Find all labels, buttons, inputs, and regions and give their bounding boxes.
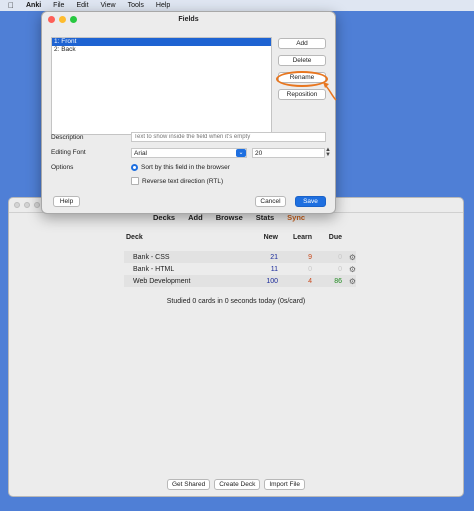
sort-option[interactable]: Sort by this field in the browser <box>131 164 230 171</box>
deck-due-count: 0 <box>338 265 342 273</box>
field-item[interactable]: 2: Back <box>52 46 271 54</box>
create-deck-button[interactable]: Create Deck <box>214 479 261 490</box>
menu-tools[interactable]: Tools <box>128 2 144 9</box>
column-new: New <box>263 234 278 241</box>
minimize-icon[interactable] <box>59 16 66 23</box>
column-due: Due <box>328 234 342 241</box>
deck-name[interactable]: Bank - CSS <box>124 254 248 261</box>
minimize-icon[interactable] <box>24 202 30 208</box>
bottom-button-bar: Get Shared Create Deck Import File <box>9 479 463 490</box>
deck-new-count: 11 <box>270 265 278 273</box>
annotation-arrow-icon <box>323 82 337 101</box>
field-item[interactable]: 1: Front <box>52 38 271 46</box>
chevron-down-icon[interactable]: ⌄ <box>236 149 246 157</box>
fields-dialog: Fields 1: Front 2: Back Add Delete Renam… <box>41 11 337 214</box>
delete-field-button[interactable]: Delete <box>278 55 326 66</box>
studied-summary: Studied 0 cards in 0 seconds today (0s/c… <box>166 298 306 305</box>
menu-anki[interactable]: Anki <box>26 2 41 9</box>
toolbar-decks[interactable]: Decks <box>153 213 175 222</box>
deck-due-count: 86 <box>334 277 342 285</box>
font-select-value: Arial <box>134 150 148 157</box>
field-actions: Add Delete Rename Reposition <box>278 38 326 100</box>
toolbar-sync[interactable]: Sync <box>287 213 305 222</box>
column-learn: Learn <box>292 234 312 241</box>
cancel-button[interactable]: Cancel <box>255 196 286 207</box>
stepper-icon[interactable]: ▲ ▼ <box>325 147 331 158</box>
font-select[interactable]: Arial ⌄ <box>131 148 247 158</box>
sort-radio[interactable] <box>131 164 138 171</box>
font-size-value: 20 <box>255 150 263 157</box>
deck-learn-count: 4 <box>308 277 312 285</box>
menu-help[interactable]: Help <box>156 2 170 9</box>
close-icon[interactable] <box>48 16 55 23</box>
apple-icon[interactable]:  <box>8 1 14 10</box>
deck-name[interactable]: Bank - HTML <box>124 266 248 273</box>
deck-name[interactable]: Web Development <box>124 278 248 285</box>
deck-due-count: 0 <box>338 253 342 261</box>
menu-bar:  Anki File Edit View Tools Help <box>0 0 474 11</box>
rtl-option-label: Reverse text direction (RTL) <box>142 177 224 185</box>
help-button[interactable]: Help <box>53 196 80 207</box>
font-size-stepper[interactable]: 20 ▲ ▼ <box>252 147 331 158</box>
description-label: Description <box>51 134 84 141</box>
menu-edit[interactable]: Edit <box>76 2 88 9</box>
menu-view[interactable]: View <box>101 2 116 9</box>
gear-icon[interactable]: ⚙ <box>342 265 356 274</box>
deck-table-header: Deck New Learn Due <box>124 234 356 246</box>
main-toolbar: Decks Add Browse Stats Sync <box>153 213 305 222</box>
reposition-field-button[interactable]: Reposition <box>278 89 326 100</box>
get-shared-button[interactable]: Get Shared <box>166 479 211 490</box>
close-icon[interactable] <box>14 202 20 208</box>
gear-icon[interactable]: ⚙ <box>342 253 356 262</box>
main-window: Decks Add Browse Stats Sync Deck New Lea… <box>8 197 464 497</box>
rtl-option[interactable]: Reverse text direction (RTL) <box>131 177 223 185</box>
zoom-icon[interactable] <box>34 202 40 208</box>
deck-table: Deck New Learn Due Bank - CSS 21 9 0 ⚙ B… <box>124 234 356 287</box>
editing-font-label: Editing Font <box>51 149 86 156</box>
deck-row[interactable]: Bank - HTML 11 0 0 ⚙ <box>124 263 356 275</box>
options-label: Options <box>51 164 74 171</box>
rtl-checkbox[interactable] <box>131 177 139 185</box>
field-list[interactable]: 1: Front 2: Back <box>51 37 272 135</box>
deck-row[interactable]: Web Development 100 4 86 ⚙ <box>124 275 356 287</box>
add-field-button[interactable]: Add <box>278 38 326 49</box>
description-input[interactable] <box>131 132 326 142</box>
deck-learn-count: 9 <box>308 253 312 261</box>
deck-new-count: 100 <box>266 277 278 285</box>
gear-icon[interactable]: ⚙ <box>342 277 356 286</box>
column-deck: Deck <box>126 234 143 241</box>
toolbar-stats[interactable]: Stats <box>256 213 274 222</box>
sort-option-label: Sort by this field in the browser <box>141 164 230 171</box>
import-file-button[interactable]: Import File <box>264 479 306 490</box>
rename-field-button[interactable]: Rename <box>278 72 326 83</box>
menu-file[interactable]: File <box>53 2 64 9</box>
toolbar-add[interactable]: Add <box>188 213 203 222</box>
toolbar-browse[interactable]: Browse <box>216 213 243 222</box>
deck-learn-count: 0 <box>308 265 312 273</box>
save-button[interactable]: Save <box>295 196 326 207</box>
deck-row[interactable]: Bank - CSS 21 9 0 ⚙ <box>124 251 356 263</box>
zoom-icon[interactable] <box>70 16 77 23</box>
dialog-title: Fields <box>178 16 199 23</box>
deck-new-count: 21 <box>270 253 278 261</box>
